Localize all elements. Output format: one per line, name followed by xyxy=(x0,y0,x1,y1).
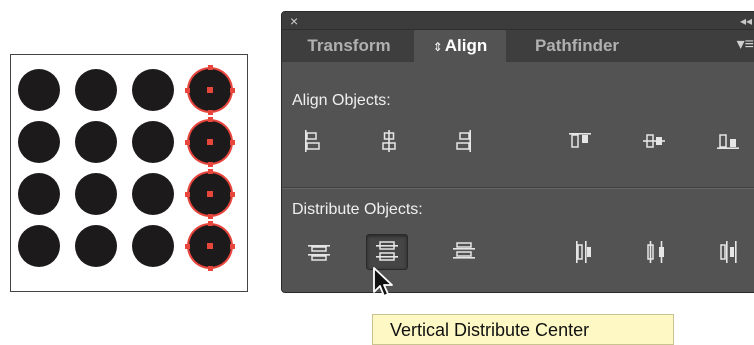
horizontal-distribute-right-button[interactable] xyxy=(708,234,750,270)
panel-tab-bar: Transform ⇕ Align Pathfinder xyxy=(282,30,754,62)
anchor-handle[interactable] xyxy=(185,191,190,197)
circle[interactable] xyxy=(132,173,174,215)
anchor-handle[interactable] xyxy=(207,169,213,174)
horizontal-align-left-icon xyxy=(305,130,320,152)
center-anchor-point[interactable] xyxy=(207,191,213,197)
anchor-handle[interactable] xyxy=(207,221,213,226)
circle[interactable] xyxy=(132,225,174,267)
anchor-handle[interactable] xyxy=(207,65,213,70)
anchor-handle[interactable] xyxy=(207,266,213,271)
selected-circle[interactable] xyxy=(185,65,235,115)
circle[interactable] xyxy=(75,173,117,215)
circle[interactable] xyxy=(18,225,60,267)
horizontal-distribute-center-icon xyxy=(647,241,664,263)
tab-transform[interactable]: Transform xyxy=(290,30,408,62)
circle[interactable] xyxy=(132,121,174,163)
mouse-pointer-icon xyxy=(373,267,393,297)
horizontal-align-center-icon xyxy=(382,130,396,152)
vertical-distribute-top-button[interactable] xyxy=(298,234,340,270)
anchor-handle[interactable] xyxy=(230,191,235,197)
horizontal-align-right-button[interactable] xyxy=(442,123,484,159)
tab-align-label: Align xyxy=(444,36,488,55)
circle[interactable] xyxy=(18,173,60,215)
selected-circle[interactable] xyxy=(185,117,235,167)
anchor-handle[interactable] xyxy=(207,117,213,122)
tab-align[interactable]: ⇕ Align xyxy=(414,30,506,62)
section-divider xyxy=(282,187,754,189)
circle[interactable] xyxy=(75,69,117,111)
anchor-handle[interactable] xyxy=(185,243,190,249)
circle[interactable] xyxy=(75,225,117,267)
horizontal-distribute-left-button[interactable] xyxy=(562,234,604,270)
horizontal-distribute-right-icon xyxy=(720,241,737,263)
collapse-icon[interactable]: ◂◂ xyxy=(740,13,752,29)
anchor-handle[interactable] xyxy=(185,87,190,93)
center-anchor-point[interactable] xyxy=(207,139,213,145)
panel-title-bar[interactable]: × ◂◂ xyxy=(282,12,754,30)
vertical-align-top-icon xyxy=(569,133,591,148)
vertical-distribute-center-button[interactable] xyxy=(366,234,408,270)
align-panel: × ◂◂ Transform ⇕ Align Pathfinder ▾≡ Alig… xyxy=(281,11,754,293)
tooltip: Vertical Distribute Center xyxy=(372,314,674,345)
anchor-handle[interactable] xyxy=(230,87,235,93)
circle[interactable] xyxy=(18,121,60,163)
horizontal-align-center-button[interactable] xyxy=(368,123,410,159)
vertical-distribute-center-icon xyxy=(376,241,398,261)
panel-menu-icon[interactable]: ▾≡ xyxy=(737,37,754,53)
selected-circle[interactable] xyxy=(185,169,235,219)
center-anchor-point[interactable] xyxy=(207,87,213,93)
tab-pathfinder-label: Pathfinder xyxy=(534,36,620,55)
horizontal-align-right-icon xyxy=(456,130,471,152)
anchor-handle[interactable] xyxy=(207,162,213,167)
tab-pathfinder[interactable]: Pathfinder xyxy=(514,30,640,62)
vertical-align-center-button[interactable] xyxy=(633,123,675,159)
close-icon[interactable]: × xyxy=(290,13,298,29)
center-anchor-point[interactable] xyxy=(207,243,213,249)
anchor-handle[interactable] xyxy=(185,139,190,145)
vertical-distribute-bottom-button[interactable] xyxy=(443,234,485,270)
vertical-distribute-bottom-icon xyxy=(453,242,475,259)
horizontal-distribute-center-button[interactable] xyxy=(635,234,677,270)
vertical-align-bottom-button[interactable] xyxy=(707,123,749,159)
tab-options-toggle-icon: ⇕ xyxy=(432,40,443,54)
align-objects-label: Align Objects: xyxy=(292,92,391,109)
vertical-align-bottom-icon xyxy=(717,134,739,149)
anchor-handle[interactable] xyxy=(230,243,235,249)
vertical-align-center-icon xyxy=(643,134,665,148)
artboard[interactable] xyxy=(10,54,248,292)
anchor-handle[interactable] xyxy=(207,214,213,219)
horizontal-align-left-button[interactable] xyxy=(292,123,334,159)
circle[interactable] xyxy=(132,69,174,111)
anchor-handle[interactable] xyxy=(207,110,213,115)
tab-transform-label: Transform xyxy=(307,36,391,55)
vertical-distribute-top-icon xyxy=(308,245,330,261)
circle[interactable] xyxy=(75,121,117,163)
selected-circle[interactable] xyxy=(185,221,235,271)
horizontal-distribute-left-icon xyxy=(576,241,591,263)
circle[interactable] xyxy=(18,69,60,111)
distribute-objects-label: Distribute Objects: xyxy=(292,201,423,218)
anchor-handle[interactable] xyxy=(230,139,235,145)
vertical-align-top-button[interactable] xyxy=(559,123,601,159)
